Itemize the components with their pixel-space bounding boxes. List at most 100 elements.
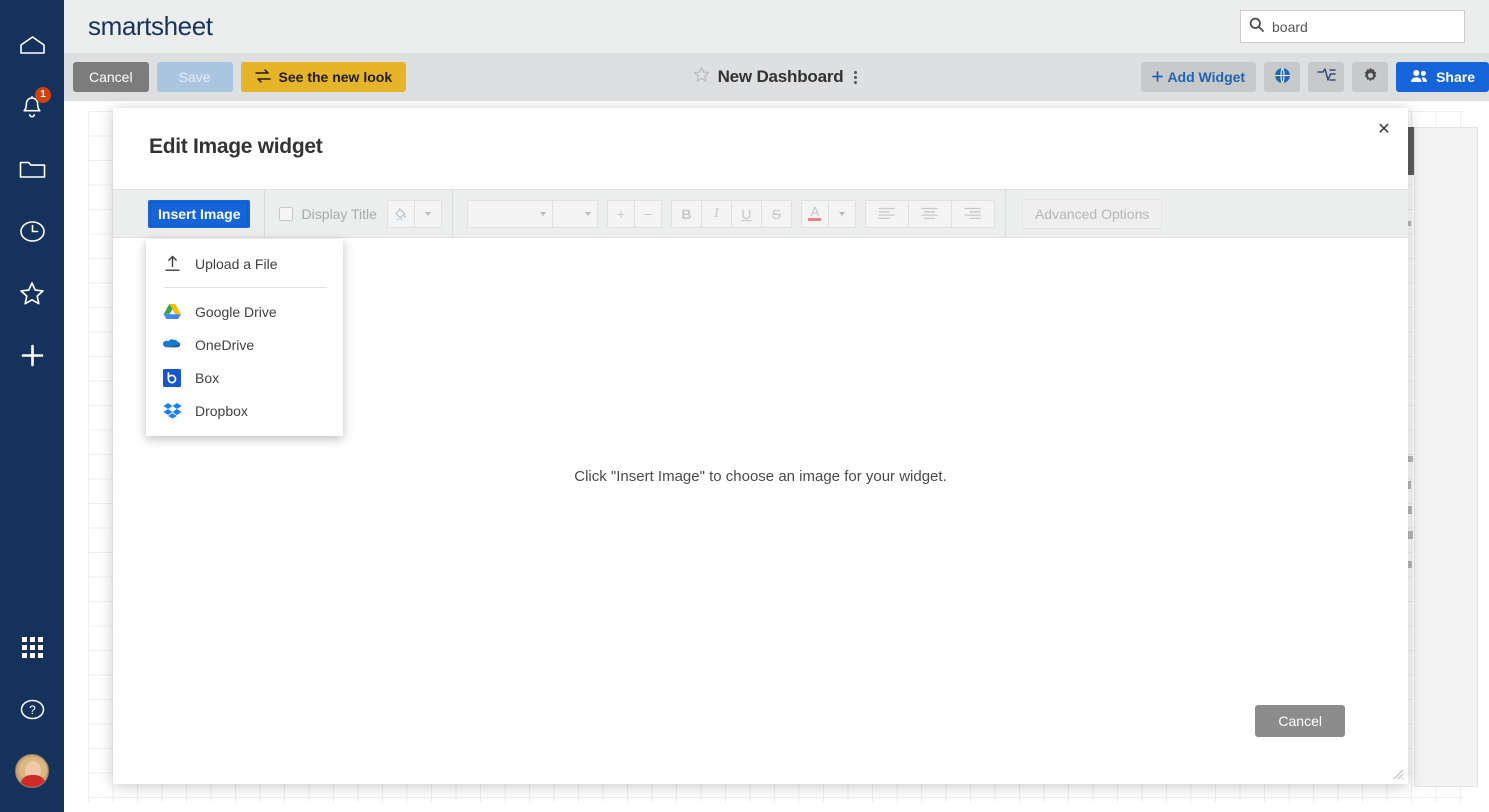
cancel-button[interactable]: Cancel <box>73 62 149 92</box>
insert-image-group: Insert Image <box>113 189 264 238</box>
kebab-menu-icon[interactable] <box>851 67 860 88</box>
activity-log-icon <box>1316 68 1336 86</box>
svg-text:?: ? <box>29 703 36 717</box>
dropdown-item-label: Upload a File <box>195 255 278 272</box>
font-family-select[interactable] <box>466 199 553 228</box>
italic-button[interactable]: I <box>700 199 732 228</box>
font-size-steppers: + − <box>606 199 662 228</box>
font-color-label: A <box>810 204 820 219</box>
search-icon <box>1249 17 1264 37</box>
search-box[interactable] <box>1240 10 1465 43</box>
alignment-group <box>864 199 995 228</box>
modal-cancel-button[interactable]: Cancel <box>1255 705 1345 737</box>
left-nav-rail: 1 ? <box>0 0 64 812</box>
display-title-group: Display Title <box>265 189 451 238</box>
onedrive-icon <box>162 335 182 355</box>
sidebar-item-notifications[interactable]: 1 <box>0 76 64 138</box>
checkbox-box <box>279 206 294 221</box>
see-new-look-label: See the new look <box>278 69 393 85</box>
grid-apps-icon <box>21 636 44 659</box>
dashboard-action-bar: Cancel Save See the new look New Dashboa… <box>64 53 1489 101</box>
dropdown-item-google-drive[interactable]: Google Drive <box>146 295 343 328</box>
publish-globe-button[interactable] <box>1264 62 1301 92</box>
font-selectors <box>466 199 598 228</box>
star-icon <box>19 281 45 306</box>
underline-button[interactable]: U <box>730 199 762 228</box>
sidebar-item-favorites[interactable] <box>0 262 64 324</box>
widget-format-toolbar: Insert Image Display Title + − B I U S A… <box>113 189 1408 238</box>
dropdown-separator <box>164 287 327 288</box>
sidebar-item-apps[interactable] <box>0 616 64 678</box>
font-color-swatch <box>808 218 822 221</box>
people-icon <box>1410 69 1429 86</box>
activity-log-button[interactable] <box>1308 62 1345 92</box>
dashboard-actions: Add Widget Share <box>1141 53 1489 101</box>
share-button[interactable]: Share <box>1396 62 1489 92</box>
plus-icon <box>1152 69 1164 85</box>
display-title-checkbox[interactable]: Display Title <box>279 205 377 222</box>
app-root: 1 ? smartsheet board Cancel Save See the… <box>0 0 1489 812</box>
dropdown-item-onedrive[interactable]: OneDrive <box>146 328 343 361</box>
gear-icon <box>1362 67 1379 87</box>
align-left-icon[interactable] <box>864 199 909 228</box>
sidebar-item-account[interactable] <box>0 740 64 802</box>
empty-state-message: Click "Insert Image" to choose an image … <box>574 468 947 485</box>
strikethrough-button[interactable]: S <box>760 199 792 228</box>
search-input[interactable] <box>1272 18 1456 35</box>
edit-image-widget-modal: ✕ Edit Image widget Insert Image Display… <box>113 108 1408 784</box>
sidebar-item-recents[interactable] <box>0 200 64 262</box>
align-center-icon[interactable] <box>907 199 952 228</box>
resize-grip-icon[interactable] <box>1390 766 1404 780</box>
sidebar-item-home[interactable] <box>0 14 64 76</box>
box-icon <box>162 368 182 388</box>
display-title-label: Display Title <box>301 205 377 222</box>
dropdown-item-dropbox[interactable]: Dropbox <box>146 394 343 427</box>
sidebar-item-browse[interactable] <box>0 138 64 200</box>
increase-font-button[interactable]: + <box>606 199 635 228</box>
dropdown-item-label: Box <box>195 369 220 386</box>
font-color-dropdown[interactable] <box>827 199 856 228</box>
chevron-down-icon <box>584 211 591 216</box>
notification-badge: 1 <box>35 87 51 103</box>
align-right-icon[interactable] <box>950 199 995 228</box>
insert-image-dropdown: Upload a File Google Drive OneDrive Box … <box>146 239 343 436</box>
dropbox-icon <box>162 401 182 421</box>
chevron-down-icon <box>424 211 431 216</box>
bold-button[interactable]: B <box>670 199 702 228</box>
decrease-font-button[interactable]: − <box>633 199 662 228</box>
star-outline-icon[interactable] <box>693 66 710 88</box>
advanced-options-group: Advanced Options <box>1006 189 1172 238</box>
dropdown-item-box[interactable]: Box <box>146 361 343 394</box>
chevron-down-icon <box>838 211 845 216</box>
save-button[interactable]: Save <box>156 62 233 92</box>
paint-bucket-icon[interactable] <box>386 199 415 228</box>
sidebar-item-create[interactable] <box>0 324 64 386</box>
page-title: New Dashboard <box>717 67 844 86</box>
smartsheet-logo[interactable]: smartsheet <box>88 11 213 42</box>
fill-color-dropdown[interactable] <box>413 199 442 228</box>
sidebar-item-help[interactable]: ? <box>0 678 64 740</box>
top-bar: smartsheet <box>64 0 1489 53</box>
text-style-group: B I U S <box>670 199 792 228</box>
home-icon <box>19 35 46 55</box>
add-widget-button[interactable]: Add Widget <box>1141 62 1257 92</box>
modal-title: Edit Image widget <box>149 135 323 158</box>
settings-button[interactable] <box>1352 62 1389 92</box>
plus-icon <box>20 343 45 368</box>
fill-color-group <box>386 199 442 228</box>
see-new-look-button[interactable]: See the new look <box>240 62 407 92</box>
advanced-options-button[interactable]: Advanced Options <box>1021 198 1163 229</box>
close-icon[interactable]: ✕ <box>1370 115 1398 143</box>
folder-icon <box>19 159 46 180</box>
avatar <box>15 754 49 788</box>
help-circle-icon: ? <box>20 697 45 722</box>
globe-icon <box>1274 67 1291 87</box>
insert-image-button[interactable]: Insert Image <box>148 199 251 228</box>
font-color-button[interactable]: A <box>800 199 829 228</box>
google-drive-icon <box>162 302 182 322</box>
dropdown-item-upload-a-file[interactable]: Upload a File <box>146 247 343 280</box>
dropdown-item-label: Dropbox <box>195 402 248 419</box>
font-size-select[interactable] <box>551 199 598 228</box>
add-widget-label: Add Widget <box>1167 69 1246 85</box>
background-widget-panel <box>1414 127 1478 787</box>
